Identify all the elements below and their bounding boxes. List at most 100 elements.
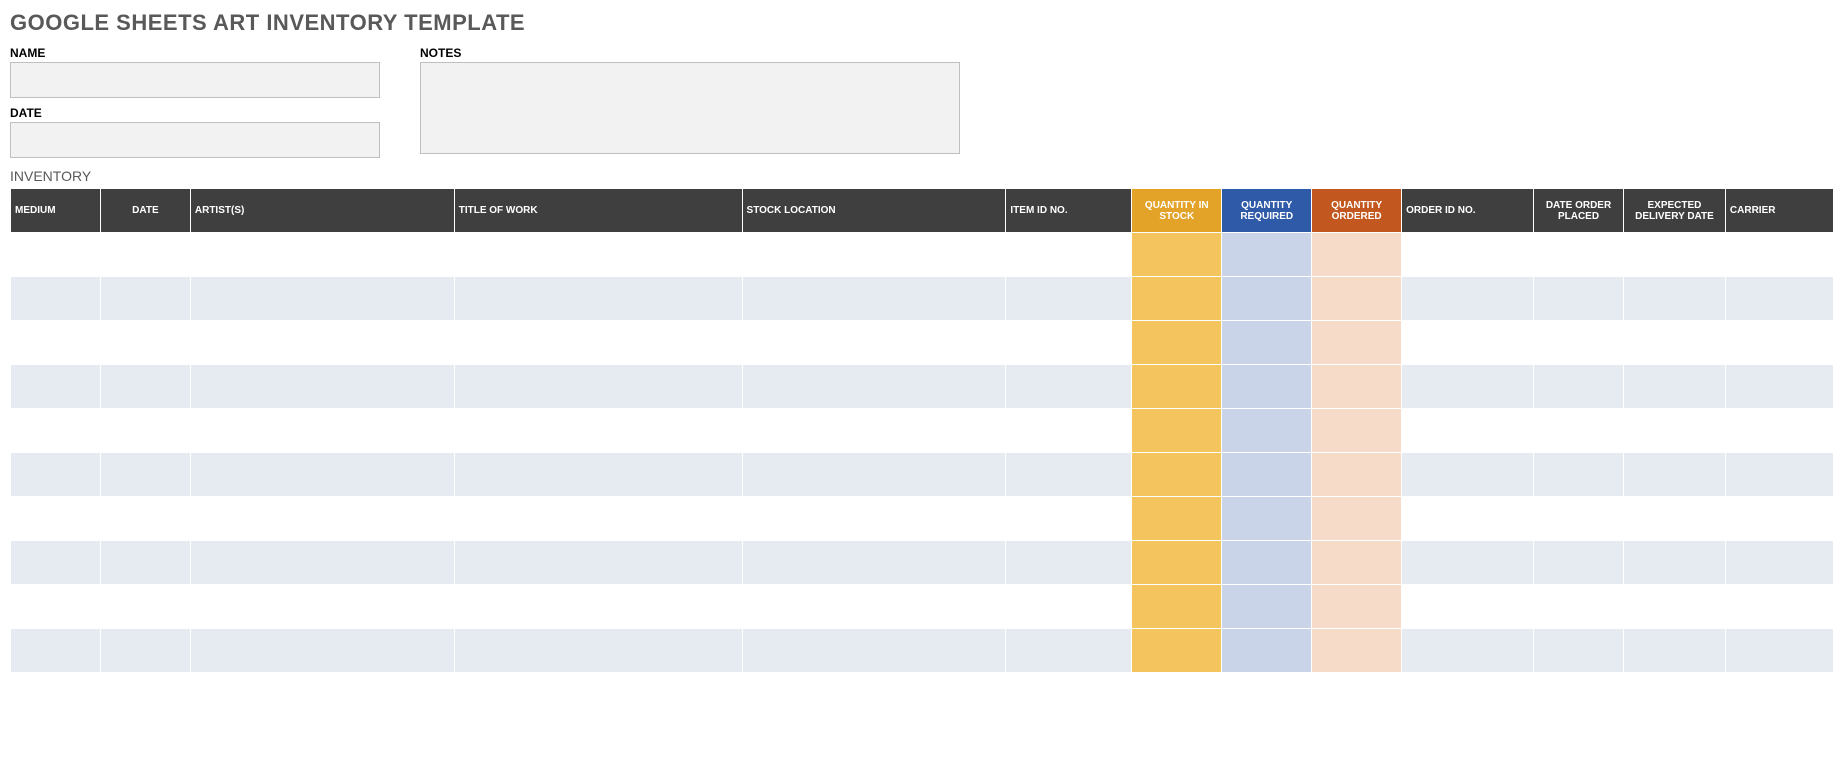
cell-order-id-no[interactable]: [1402, 541, 1534, 585]
cell-stock-location[interactable]: [742, 541, 1006, 585]
cell-carrier[interactable]: [1725, 365, 1833, 409]
cell-order-id-no[interactable]: [1402, 453, 1534, 497]
cell-artist[interactable]: [190, 409, 454, 453]
cell-qty-required[interactable]: [1222, 497, 1312, 541]
cell-expected-delivery[interactable]: [1623, 585, 1725, 629]
cell-item-id-no[interactable]: [1006, 541, 1132, 585]
cell-stock-location[interactable]: [742, 585, 1006, 629]
cell-qty-required[interactable]: [1222, 629, 1312, 673]
cell-qty-required[interactable]: [1222, 321, 1312, 365]
cell-carrier[interactable]: [1725, 321, 1833, 365]
cell-order-id-no[interactable]: [1402, 321, 1534, 365]
cell-expected-delivery[interactable]: [1623, 497, 1725, 541]
cell-qty-required[interactable]: [1222, 233, 1312, 277]
cell-order-id-no[interactable]: [1402, 365, 1534, 409]
cell-qty-in-stock[interactable]: [1132, 629, 1222, 673]
cell-qty-ordered[interactable]: [1312, 541, 1402, 585]
cell-title-of-work[interactable]: [454, 409, 742, 453]
cell-date[interactable]: [100, 365, 190, 409]
cell-qty-in-stock[interactable]: [1132, 409, 1222, 453]
cell-artist[interactable]: [190, 277, 454, 321]
cell-stock-location[interactable]: [742, 277, 1006, 321]
cell-qty-required[interactable]: [1222, 585, 1312, 629]
cell-carrier[interactable]: [1725, 541, 1833, 585]
cell-medium[interactable]: [11, 585, 101, 629]
cell-stock-location[interactable]: [742, 497, 1006, 541]
cell-medium[interactable]: [11, 321, 101, 365]
cell-date[interactable]: [100, 409, 190, 453]
cell-title-of-work[interactable]: [454, 321, 742, 365]
cell-date[interactable]: [100, 277, 190, 321]
cell-stock-location[interactable]: [742, 233, 1006, 277]
cell-date[interactable]: [100, 541, 190, 585]
cell-title-of-work[interactable]: [454, 277, 742, 321]
cell-date-order-placed[interactable]: [1534, 321, 1624, 365]
cell-order-id-no[interactable]: [1402, 233, 1534, 277]
cell-carrier[interactable]: [1725, 277, 1833, 321]
cell-carrier[interactable]: [1725, 629, 1833, 673]
cell-item-id-no[interactable]: [1006, 497, 1132, 541]
cell-qty-ordered[interactable]: [1312, 277, 1402, 321]
cell-expected-delivery[interactable]: [1623, 541, 1725, 585]
cell-date[interactable]: [100, 321, 190, 365]
cell-date-order-placed[interactable]: [1534, 541, 1624, 585]
cell-item-id-no[interactable]: [1006, 365, 1132, 409]
cell-order-id-no[interactable]: [1402, 629, 1534, 673]
cell-carrier[interactable]: [1725, 497, 1833, 541]
cell-stock-location[interactable]: [742, 629, 1006, 673]
cell-title-of-work[interactable]: [454, 233, 742, 277]
cell-stock-location[interactable]: [742, 365, 1006, 409]
cell-stock-location[interactable]: [742, 409, 1006, 453]
cell-artist[interactable]: [190, 453, 454, 497]
cell-carrier[interactable]: [1725, 453, 1833, 497]
cell-title-of-work[interactable]: [454, 629, 742, 673]
cell-date-order-placed[interactable]: [1534, 233, 1624, 277]
name-input[interactable]: [10, 62, 380, 98]
cell-medium[interactable]: [11, 541, 101, 585]
cell-qty-ordered[interactable]: [1312, 497, 1402, 541]
cell-title-of-work[interactable]: [454, 365, 742, 409]
cell-title-of-work[interactable]: [454, 497, 742, 541]
cell-order-id-no[interactable]: [1402, 409, 1534, 453]
cell-artist[interactable]: [190, 365, 454, 409]
cell-medium[interactable]: [11, 409, 101, 453]
cell-qty-in-stock[interactable]: [1132, 453, 1222, 497]
cell-title-of-work[interactable]: [454, 541, 742, 585]
cell-date-order-placed[interactable]: [1534, 277, 1624, 321]
cell-order-id-no[interactable]: [1402, 277, 1534, 321]
cell-qty-ordered[interactable]: [1312, 453, 1402, 497]
date-input[interactable]: [10, 122, 380, 158]
cell-order-id-no[interactable]: [1402, 585, 1534, 629]
cell-artist[interactable]: [190, 629, 454, 673]
cell-qty-required[interactable]: [1222, 277, 1312, 321]
cell-expected-delivery[interactable]: [1623, 321, 1725, 365]
cell-qty-in-stock[interactable]: [1132, 321, 1222, 365]
cell-expected-delivery[interactable]: [1623, 453, 1725, 497]
cell-date-order-placed[interactable]: [1534, 629, 1624, 673]
cell-qty-in-stock[interactable]: [1132, 233, 1222, 277]
cell-qty-ordered[interactable]: [1312, 409, 1402, 453]
cell-qty-ordered[interactable]: [1312, 585, 1402, 629]
cell-item-id-no[interactable]: [1006, 629, 1132, 673]
cell-expected-delivery[interactable]: [1623, 629, 1725, 673]
cell-qty-in-stock[interactable]: [1132, 541, 1222, 585]
cell-medium[interactable]: [11, 233, 101, 277]
cell-artist[interactable]: [190, 321, 454, 365]
cell-carrier[interactable]: [1725, 409, 1833, 453]
cell-item-id-no[interactable]: [1006, 321, 1132, 365]
cell-date[interactable]: [100, 585, 190, 629]
cell-qty-in-stock[interactable]: [1132, 585, 1222, 629]
cell-date-order-placed[interactable]: [1534, 453, 1624, 497]
cell-medium[interactable]: [11, 453, 101, 497]
cell-artist[interactable]: [190, 541, 454, 585]
cell-qty-ordered[interactable]: [1312, 233, 1402, 277]
cell-date[interactable]: [100, 233, 190, 277]
cell-qty-required[interactable]: [1222, 409, 1312, 453]
cell-qty-required[interactable]: [1222, 541, 1312, 585]
cell-medium[interactable]: [11, 365, 101, 409]
cell-title-of-work[interactable]: [454, 453, 742, 497]
cell-stock-location[interactable]: [742, 453, 1006, 497]
cell-date[interactable]: [100, 453, 190, 497]
cell-artist[interactable]: [190, 233, 454, 277]
cell-artist[interactable]: [190, 585, 454, 629]
